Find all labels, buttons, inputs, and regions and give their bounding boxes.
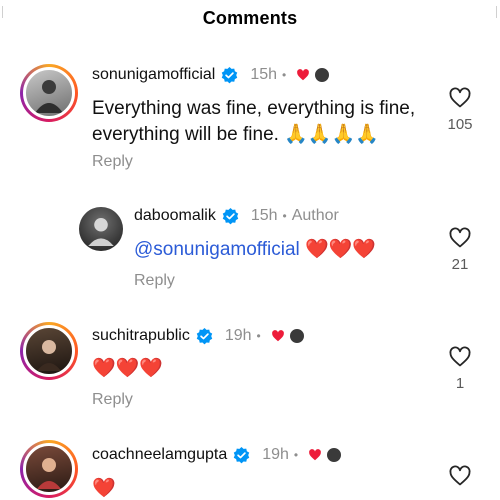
timestamp: 19h xyxy=(224,327,252,344)
comment-text: ❤️ xyxy=(92,478,116,499)
verified-badge-icon xyxy=(222,66,238,83)
timestamp: 15h xyxy=(250,66,278,83)
avatar-image xyxy=(79,207,123,251)
verified-badge-icon xyxy=(196,327,213,344)
author-liked-avatar xyxy=(288,328,305,344)
heart-icon xyxy=(309,449,322,461)
like-outline-icon[interactable] xyxy=(448,86,472,110)
avatar-image xyxy=(23,443,75,495)
username[interactable]: sonunigamofficial xyxy=(92,66,215,84)
verified-badge-icon xyxy=(233,446,250,463)
separator-dot: • xyxy=(282,209,287,223)
author-badge: Author xyxy=(291,207,339,224)
page-title: Comments xyxy=(202,8,298,28)
avatar[interactable] xyxy=(20,322,78,380)
timestamp: 19h xyxy=(262,446,289,463)
comment-text-line: Everything was fine, everything is fine, xyxy=(92,98,416,119)
person-silhouette-icon xyxy=(37,458,61,489)
mention-link[interactable]: @sonunigamofficial xyxy=(134,239,300,260)
like-outline-icon[interactable] xyxy=(448,345,472,369)
separator-dot: • xyxy=(282,68,287,82)
like-count: 1 xyxy=(455,375,465,392)
reply-button[interactable]: Reply xyxy=(92,391,133,409)
comment-emoji: ❤️❤️❤️ xyxy=(305,239,377,260)
person-silhouette-icon xyxy=(88,217,114,246)
verified-badge-icon xyxy=(222,207,239,224)
comment-text: @sonunigamofficial ❤️❤️❤️ xyxy=(134,237,376,263)
comment-text: ❤️❤️❤️ xyxy=(92,358,163,379)
like-outline-icon[interactable] xyxy=(448,464,472,488)
avatar[interactable] xyxy=(20,64,78,122)
left-edge-divider xyxy=(2,6,3,18)
like-outline-icon[interactable] xyxy=(448,226,472,250)
like-control[interactable]: 1 xyxy=(440,345,480,392)
reply-button[interactable]: Reply xyxy=(92,153,133,171)
avatar-image xyxy=(23,325,75,377)
author-liked-avatar xyxy=(326,447,343,463)
like-count: 105 xyxy=(447,116,473,133)
username[interactable]: suchitrapublic xyxy=(92,327,190,345)
comment-text: Everything was fine, everything is fine,… xyxy=(92,96,415,148)
comment-meta: suchitrapublic 19h • xyxy=(92,327,305,345)
avatar-image xyxy=(23,67,75,119)
comment-meta: coachneelamgupta 19h • xyxy=(92,446,343,464)
like-control[interactable]: 21 xyxy=(440,226,480,273)
username[interactable]: coachneelamgupta xyxy=(92,446,227,464)
comments-header: Comments xyxy=(0,0,500,40)
right-edge-divider xyxy=(496,6,497,18)
comment-text-line: everything will be fine. 🙏🙏🙏🙏 xyxy=(92,124,379,145)
username[interactable]: daboomalik xyxy=(134,207,216,225)
like-count: 21 xyxy=(451,256,469,273)
avatar[interactable] xyxy=(79,207,123,251)
person-silhouette-icon xyxy=(37,340,61,371)
timestamp: 15h xyxy=(250,207,278,224)
reply-button[interactable]: Reply xyxy=(134,272,175,290)
author-liked-avatar xyxy=(314,67,331,83)
separator-dot: • xyxy=(293,448,299,462)
comment-meta: daboomalik 15h • Author xyxy=(134,207,339,225)
heart-icon xyxy=(297,69,310,81)
heart-icon xyxy=(271,330,284,342)
like-control[interactable]: 105 xyxy=(440,86,480,133)
separator-dot: • xyxy=(256,329,261,343)
person-silhouette-icon xyxy=(35,80,63,113)
comment-meta: sonunigamofficial 15h • xyxy=(92,66,331,84)
like-control[interactable] xyxy=(440,464,480,488)
avatar[interactable] xyxy=(20,440,78,498)
